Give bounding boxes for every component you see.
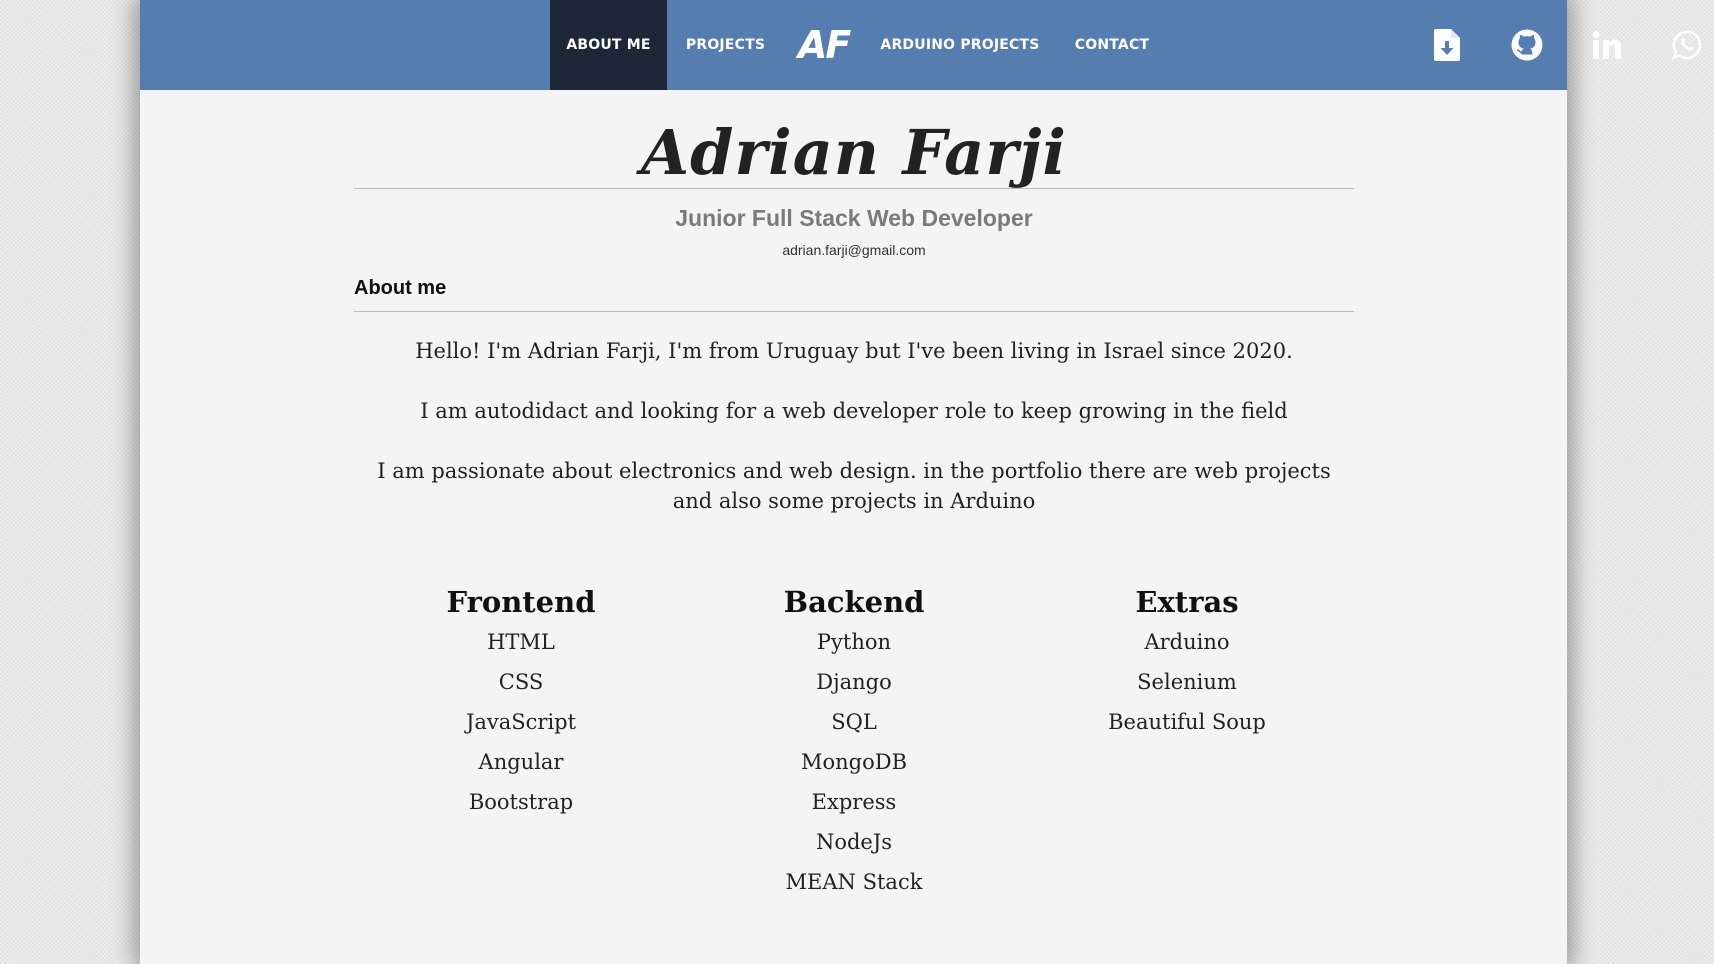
skill-item: CSS [498,670,544,694]
job-title: Junior Full Stack Web Developer [675,205,1033,231]
nav-link-about-me[interactable]: ABOUT ME [550,0,667,90]
page-container: ABOUT ME PROJECTS AF ARDUINO PROJECTS CO… [140,0,1702,964]
skill-item: Beautiful Soup [1108,710,1266,734]
skill-item: Arduino [1144,630,1230,654]
about-me-heading: About me [354,277,447,299]
navbar: ABOUT ME PROJECTS AF ARDUINO PROJECTS CO… [140,0,1702,90]
page-title: Adrian Farji [641,116,1067,189]
skill-item: Selenium [1137,670,1237,694]
about-paragraph-3: I am passionate about electronics and we… [377,459,1331,513]
skill-item: JavaScript [465,710,577,734]
about-paragraph-2: I am autodidact and looking for a web de… [420,399,1288,423]
github-icon[interactable] [1507,25,1547,65]
nav-link-arduino-projects[interactable]: ARDUINO PROJECTS [860,0,1060,90]
skills-backend-title: Backend [783,585,925,619]
title-divider [354,188,1354,189]
skill-item: NodeJs [815,830,893,854]
skill-item: Python [816,630,892,654]
skills-frontend-title: Frontend [446,585,596,619]
skill-item: SQL [831,710,877,734]
download-cv-icon[interactable] [1427,25,1467,65]
skill-item: Express [811,790,897,814]
email-link[interactable]: adrian.farji@gmail.com [354,242,1354,258]
af-logo[interactable]: AF [798,0,851,90]
nav-link-contact[interactable]: CONTACT [1060,0,1164,90]
skill-item: MongoDB [800,750,908,774]
about-paragraph-1: Hello! I'm Adrian Farji, I'm from Urugua… [415,339,1293,363]
nav-link-projects[interactable]: PROJECTS [667,0,784,90]
skills-backend-column: Backend Python Django SQL MongoDB Expres… [724,582,984,902]
about-divider [354,311,1354,312]
skill-item: Bootstrap [468,790,574,814]
skill-item: Angular [478,750,564,774]
skill-item: MEAN Stack [785,870,923,894]
skills-extras-column: Extras Arduino Selenium Beautiful Soup [1057,582,1317,742]
skill-item: Django [816,670,892,694]
skill-item: HTML [487,630,555,654]
skills-frontend-column: Frontend HTML CSS JavaScript Angular Boo… [391,582,651,822]
linkedin-icon[interactable] [1587,25,1627,65]
skills-extras-title: Extras [1135,585,1239,619]
whatsapp-icon[interactable] [1667,25,1707,65]
